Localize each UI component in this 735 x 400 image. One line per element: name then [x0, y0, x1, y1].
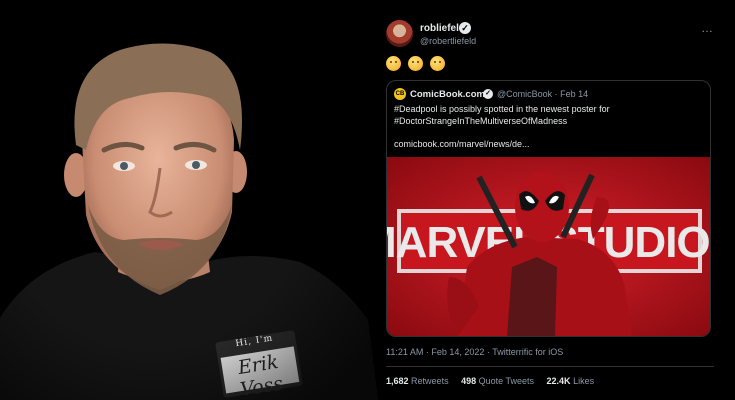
presenter-video: Hi, I'm Erik Voss	[0, 0, 380, 400]
shushing-face-emoji	[407, 56, 423, 71]
retweets-label: Retweets	[411, 376, 449, 386]
tweet-text-emojis	[386, 56, 448, 74]
divider	[386, 366, 714, 367]
verified-badge-icon: ✓	[459, 22, 471, 34]
quoted-verified-badge-icon: ✓	[483, 89, 493, 99]
likes-stat[interactable]: 22.4K Likes	[547, 376, 595, 386]
tweet-stats: 1,682 Retweets 498 Quote Tweets 22.4K Li…	[386, 376, 604, 386]
name-tag-name: Erik Voss	[236, 350, 285, 400]
presenter-figure	[0, 0, 380, 400]
quoted-tweet[interactable]: CB ComicBook.com ✓ @ComicBook · Feb 14 #…	[386, 80, 711, 337]
retweets-count: 1,682	[386, 376, 409, 386]
quoted-hashtag[interactable]: #DoctorStrangeInTheMultiverseOfMadness	[394, 116, 567, 126]
deadpool-poster-image: MARVEL STUDIOS	[387, 157, 710, 336]
quoted-tweet-header: CB ComicBook.com ✓ @ComicBook · Feb 14	[394, 88, 704, 100]
more-options-icon[interactable]: …	[701, 21, 714, 35]
name-tag: Hi, I'm Erik Voss	[215, 333, 302, 400]
quoted-display-name: ComicBook.com	[410, 89, 485, 100]
avatar[interactable]	[386, 20, 413, 47]
quoted-handle-date: @ComicBook · Feb 14	[497, 89, 589, 99]
quoted-tweet-text: #Deadpool is possibly spotted in the new…	[394, 103, 704, 127]
quote-tweets-label: Quote Tweets	[478, 376, 535, 386]
quote-tweets-stat[interactable]: 498 Quote Tweets	[461, 376, 534, 386]
quote-tweets-count: 498	[461, 376, 477, 386]
quoted-text-line-1: #Deadpool is possibly spotted in the new…	[394, 104, 610, 114]
tweet-timestamp[interactable]: 11:21 AM · Feb 14, 2022 · Twitterrific f…	[386, 347, 563, 357]
user-handle[interactable]: @robertliefeld	[420, 36, 476, 46]
quoted-tweet-image[interactable]: MARVEL STUDIOS	[387, 157, 710, 336]
tweet-header: robliefeld ✓ @robertliefeld …	[386, 18, 714, 50]
kissing-face-emoji	[429, 56, 445, 71]
tweet-card[interactable]: robliefeld ✓ @robertliefeld … CB ComicBo…	[386, 18, 714, 400]
retweets-stat[interactable]: 1,682 Retweets	[386, 376, 449, 386]
likes-count: 22.4K	[546, 376, 571, 386]
quoted-link[interactable]: comicbook.com/marvel/news/de...	[394, 139, 530, 149]
thinking-face-emoji	[386, 56, 401, 71]
comicbook-logo-icon: CB	[394, 88, 406, 100]
likes-label: Likes	[573, 376, 595, 386]
